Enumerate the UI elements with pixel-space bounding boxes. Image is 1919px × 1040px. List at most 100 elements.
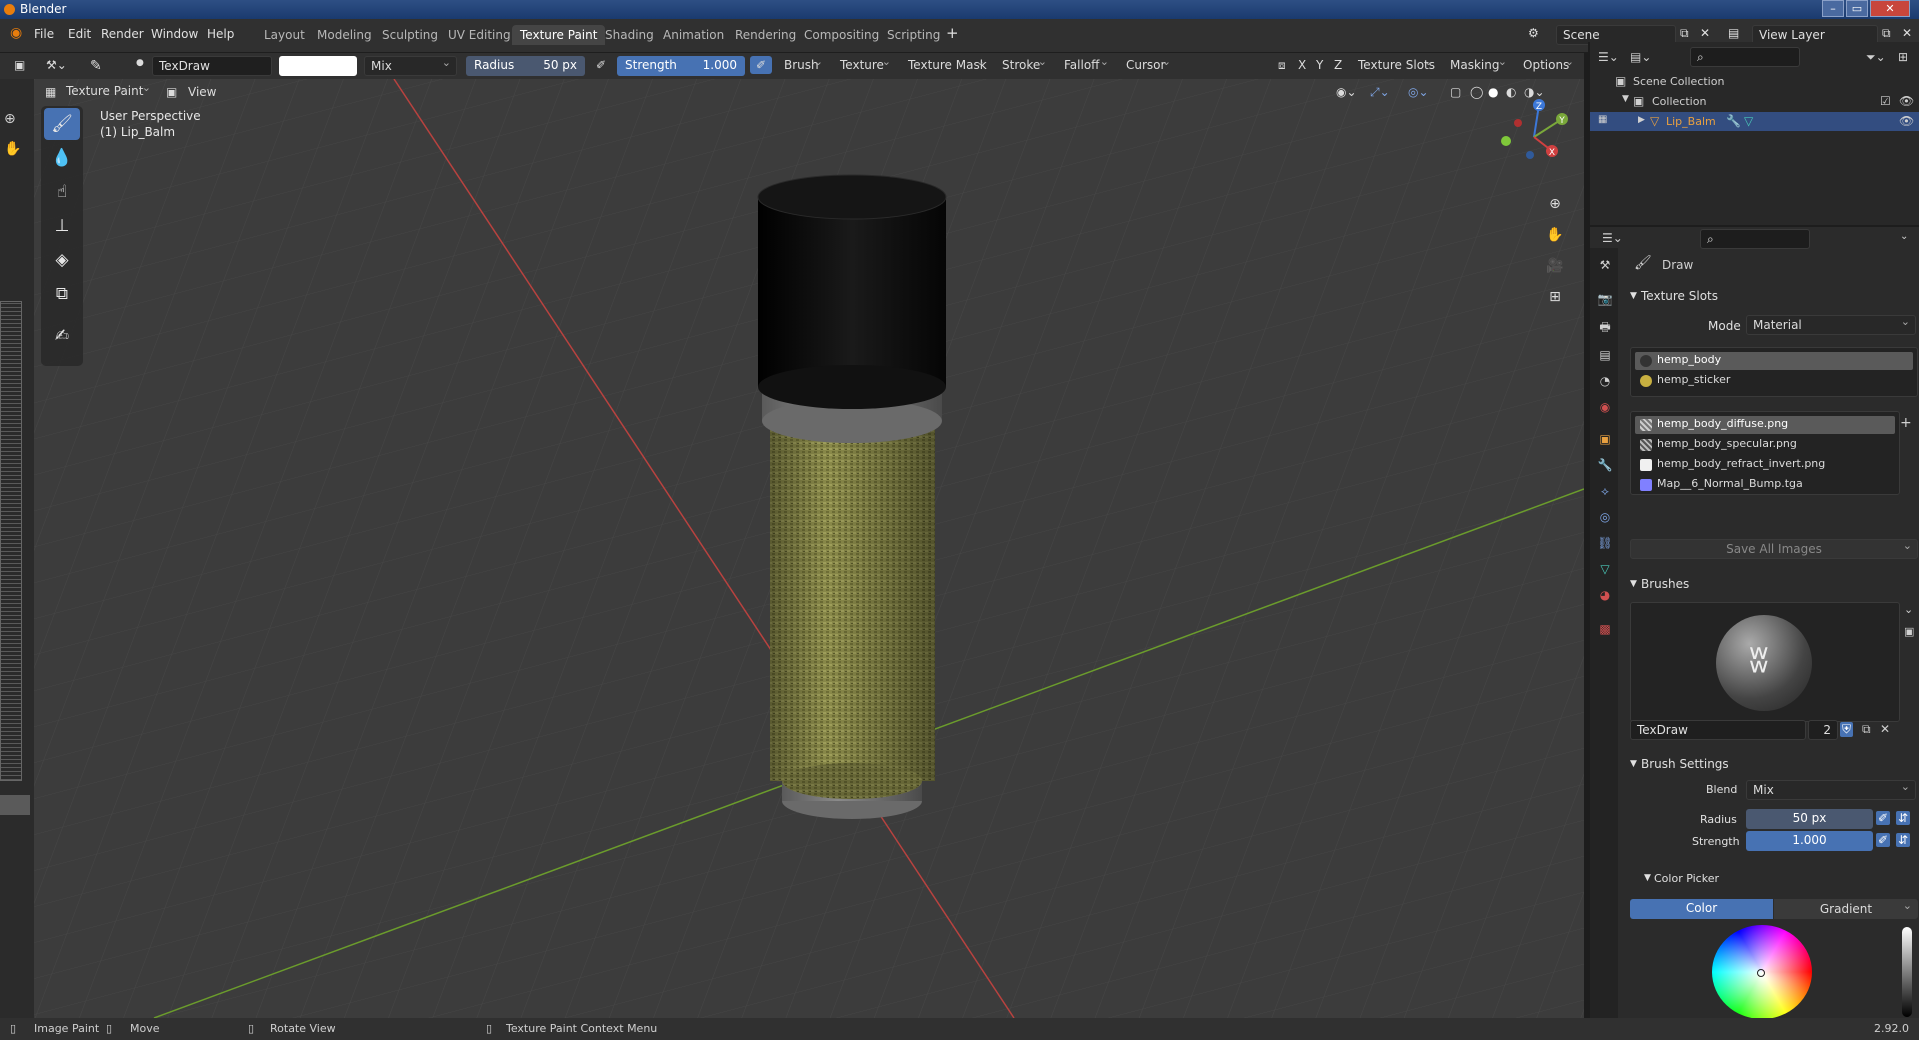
texture-mode-dropdown[interactable]: Material <box>1746 315 1916 335</box>
brush-radius-slider[interactable]: 50 px <box>1746 809 1873 829</box>
mirror-z-toggle[interactable]: Z <box>1328 56 1348 74</box>
strength-slider[interactable]: Strength 1.000 <box>617 56 745 76</box>
brush-strength-slider[interactable]: 1.000 <box>1746 831 1873 851</box>
menu-falloff[interactable]: Falloff <box>1058 55 1114 76</box>
gizmo-toggle-icon[interactable]: ⤢⌄ <box>1364 83 1396 102</box>
brush-settings-collapse-icon[interactable]: ▼ <box>1630 759 1637 769</box>
color-wheel-cursor[interactable] <box>1757 969 1765 977</box>
blend-mode-dropdown[interactable]: Mix <box>364 56 457 76</box>
tool-settings-icon[interactable]: ⚒⌄ <box>40 56 73 74</box>
menu-edit[interactable]: Edit <box>68 27 91 41</box>
scene-tab-icon[interactable]: ◔ <box>1596 372 1614 390</box>
render-tab-icon[interactable]: 📷 <box>1596 290 1614 308</box>
strength-pressure-icon[interactable]: ✐ <box>1876 833 1891 847</box>
radius-pressure-icon[interactable]: ✐ <box>1876 811 1891 825</box>
color-tab[interactable]: Color <box>1630 899 1773 919</box>
value-slider[interactable] <box>1902 927 1912 1017</box>
brushes-header[interactable]: Brushes <box>1641 577 1689 591</box>
brush-preview-box[interactable]: ʬ <box>1630 602 1900 722</box>
mirror-y-toggle[interactable]: Y <box>1310 56 1329 74</box>
brush-color-swatch[interactable] <box>279 56 357 76</box>
brush-name-field[interactable]: TexDraw <box>152 56 272 76</box>
overlay-toggle-icon[interactable]: ◎⌄ <box>1402 83 1435 101</box>
add-image-icon[interactable]: + <box>1900 415 1912 431</box>
annotate-tool-icon[interactable]: ✍ <box>44 320 80 352</box>
list-item-image-normal[interactable]: Map__6_Normal_Bump.tga <box>1635 476 1895 494</box>
expand-object-icon[interactable]: ▶ <box>1638 115 1645 125</box>
tab-layout[interactable]: Layout <box>256 25 313 45</box>
radius-slider[interactable]: Radius 50 px <box>466 56 585 76</box>
texture-tab-icon[interactable]: ▩ <box>1596 620 1614 638</box>
blender-menu-icon[interactable]: ◉ <box>10 25 22 41</box>
object-tab-icon[interactable]: ▣ <box>1596 430 1614 448</box>
tab-modeling[interactable]: Modeling <box>309 25 380 45</box>
new-collection-icon[interactable]: ⊞ <box>1898 50 1908 64</box>
particles-tab-icon[interactable]: ⟡ <box>1596 482 1614 500</box>
3d-viewport[interactable]: ▦ Texture Paint ▣ View ◉⌄ ⤢⌄ ◎⌄ ▢ ◯ ● ◐ … <box>34 79 1584 1018</box>
tab-uv-editing[interactable]: UV Editing <box>440 25 519 45</box>
outliner-row-lip-balm[interactable]: ▦ ▶ ▽ Lip_Balm 🔧 ▽ 👁 <box>1590 112 1919 131</box>
properties-search-input[interactable]: ⌕ <box>1700 229 1810 249</box>
list-item-image-refract[interactable]: hemp_body_refract_invert.png <box>1635 456 1895 474</box>
scene-selector-icon[interactable]: ⚙ <box>1528 26 1539 40</box>
constraints-tab-icon[interactable]: ⛓ <box>1596 534 1614 552</box>
delete-scene-icon[interactable]: ✕ <box>1700 26 1710 40</box>
menu-brush[interactable]: Brush <box>778 55 828 76</box>
menu-cursor[interactable]: Cursor <box>1120 55 1176 76</box>
menu-options[interactable]: Options <box>1517 55 1579 76</box>
outliner-row-scene-collection[interactable]: ▣ Scene Collection <box>1590 72 1919 90</box>
color-picker-collapse-icon[interactable]: ▼ <box>1644 873 1651 883</box>
tab-scripting[interactable]: Scripting <box>879 25 948 45</box>
menu-render[interactable]: Render <box>101 27 144 41</box>
gradient-tab[interactable]: Gradient <box>1774 899 1918 919</box>
color-wheel[interactable] <box>1712 925 1812 1019</box>
blend-dropdown[interactable]: Mix <box>1746 780 1916 800</box>
collection-visibility-icon[interactable]: 👁 <box>1899 94 1914 108</box>
brush-settings-header[interactable]: Brush Settings <box>1641 757 1729 771</box>
modifiers-tab-icon[interactable]: 🔧 <box>1596 456 1614 474</box>
mode-dropdown[interactable]: Texture Paint <box>60 81 156 102</box>
draw-tool-icon[interactable]: 🖌 <box>44 108 80 140</box>
delete-view-layer-icon[interactable]: ✕ <box>1902 26 1912 40</box>
outliner-row-collection[interactable]: ▼ ▣ Collection ☑ 👁 <box>1590 92 1919 110</box>
brush-icon[interactable]: ✎ <box>84 56 108 76</box>
navigation-gizmo[interactable]: Z Y X <box>1494 99 1574 169</box>
material-tab-icon[interactable]: ◕ <box>1596 586 1614 604</box>
tab-compositing[interactable]: Compositing <box>796 25 887 45</box>
radius-unit-icon[interactable]: ⇵ <box>1896 811 1911 825</box>
display-mode-icon[interactable]: ▤⌄ <box>1630 50 1651 64</box>
list-item-image-diffuse[interactable]: hemp_body_diffuse.png <box>1635 416 1895 434</box>
output-tab-icon[interactable]: 🖶 <box>1596 318 1614 336</box>
save-all-images-button[interactable]: Save All Images <box>1630 539 1918 559</box>
fake-user-shield-icon[interactable]: ⛨ <box>1840 722 1854 737</box>
menu-help[interactable]: Help <box>207 27 234 41</box>
smear-tool-icon[interactable]: ☝ <box>44 176 80 208</box>
clone-tool-icon[interactable]: ⊥ <box>44 210 80 242</box>
object-visibility-icon[interactable]: 👁 <box>1899 114 1914 128</box>
visibility-icon[interactable]: ◉⌄ <box>1330 83 1363 101</box>
color-picker-header[interactable]: Color Picker <box>1654 872 1719 885</box>
zoom-icon[interactable]: ⊕ <box>1542 191 1568 217</box>
maximize-button[interactable]: ▭ <box>1846 0 1868 17</box>
brush-list-expand-icon[interactable]: ⌄ <box>1904 603 1913 616</box>
list-item-image-specular[interactable]: hemp_body_specular.png <box>1635 436 1895 454</box>
properties-editor-icon[interactable]: ☰⌄ <box>1602 231 1623 245</box>
unlink-brush-icon[interactable]: ✕ <box>1880 722 1890 736</box>
pan-icon[interactable]: ✋ <box>1542 222 1568 248</box>
view-menu[interactable]: View <box>182 83 222 101</box>
radius-pressure-icon[interactable]: ✐ <box>590 56 612 74</box>
scrollbar-handle[interactable] <box>0 795 30 815</box>
expand-collection-icon[interactable]: ▼ <box>1622 94 1629 104</box>
minimize-button[interactable]: – <box>1822 0 1844 17</box>
fake-user-icon[interactable]: ● <box>130 56 150 70</box>
strength-pressure-icon[interactable]: ✐ <box>750 56 773 74</box>
brush-image-icon[interactable]: ▣ <box>1904 625 1914 638</box>
collection-checkbox[interactable]: ☑ <box>1880 94 1891 108</box>
strength-unit-icon[interactable]: ⇵ <box>1896 833 1911 847</box>
outliner-editor-icon[interactable]: ☰⌄ <box>1598 50 1619 64</box>
ortho-grid-icon[interactable]: ⊞ <box>1542 284 1568 310</box>
soften-tool-icon[interactable]: 💧 <box>44 142 80 174</box>
fill-tool-icon[interactable]: ◈ <box>44 244 80 276</box>
list-item-hemp-sticker[interactable]: hemp_sticker <box>1635 372 1913 390</box>
close-window-button[interactable]: ✕ <box>1870 0 1910 17</box>
